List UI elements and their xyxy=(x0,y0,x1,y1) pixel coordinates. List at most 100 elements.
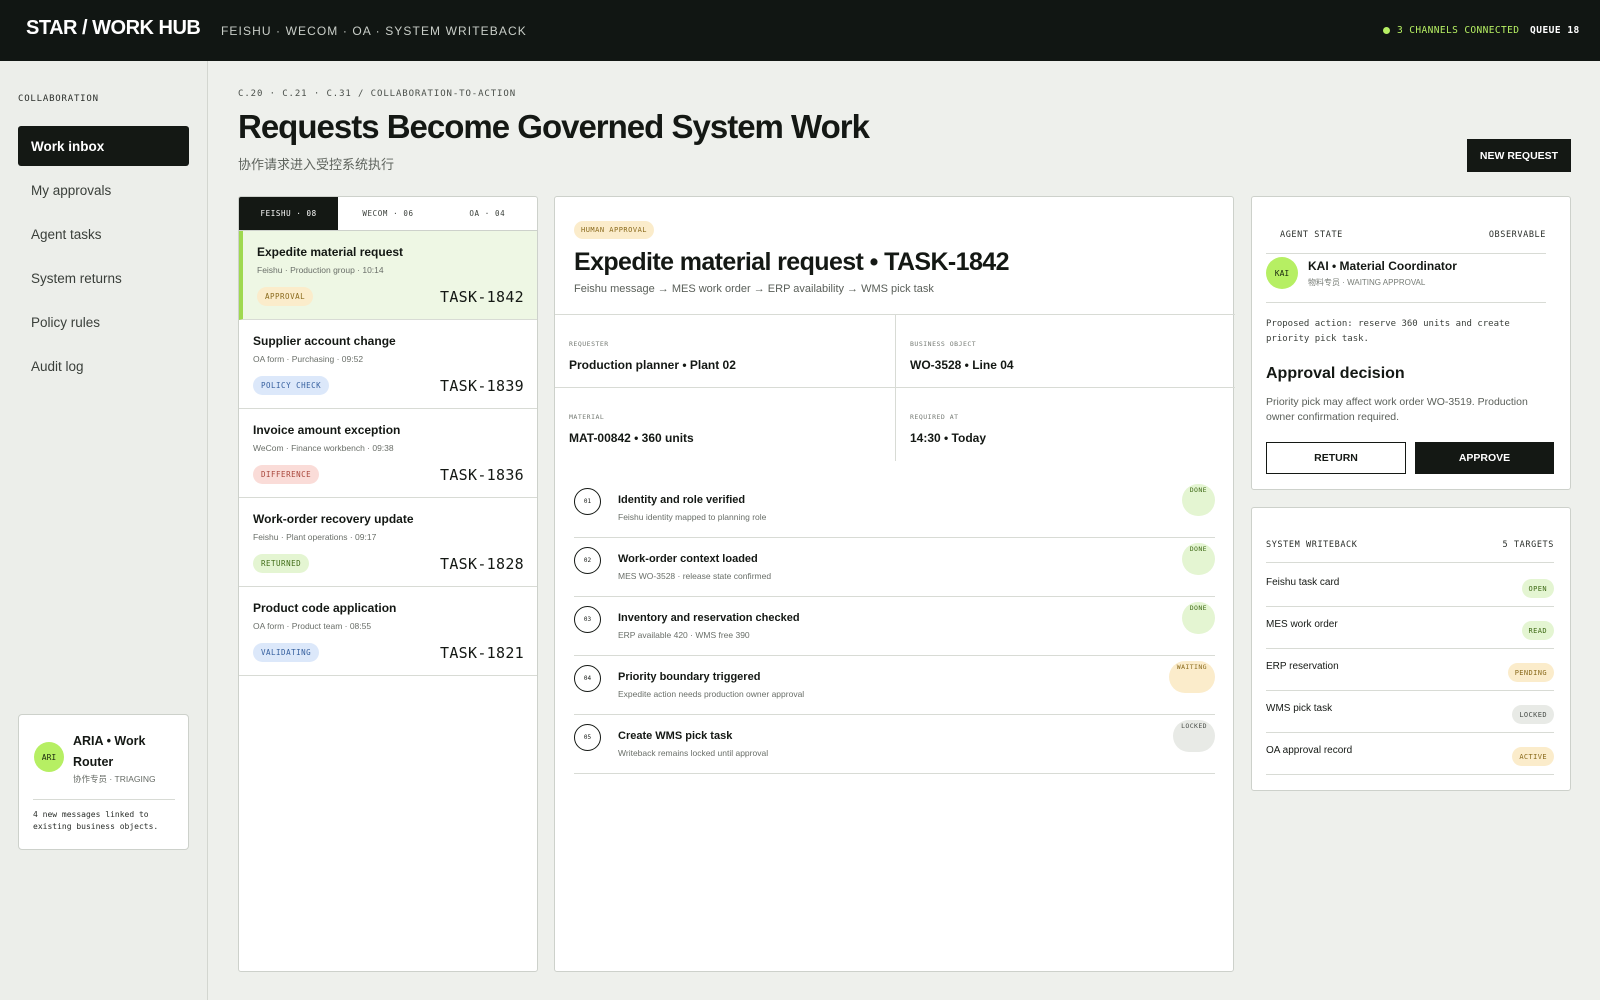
channel-tabs: FEISHU · 08 WECOM · 06 OA · 04 xyxy=(239,197,537,231)
step-status-badge: DONE xyxy=(1181,602,1215,634)
observable-label: OBSERVABLE xyxy=(1488,230,1546,240)
field-value: MAT-00842 • 360 units xyxy=(569,431,694,445)
writeback-target: ERP reservation xyxy=(1266,661,1339,672)
writeback-row[interactable]: WMS pick task LOCKED xyxy=(1266,691,1554,733)
status-badge: APPROVAL xyxy=(257,287,314,306)
step-number: 01 xyxy=(574,488,601,515)
page-subtitle: 协作请求进入受控系统执行 xyxy=(238,157,395,172)
agent-name: ARIA • Work Router xyxy=(73,734,146,769)
return-button[interactable]: RETURN xyxy=(1266,442,1406,474)
task-id: TASK-1821 xyxy=(440,644,524,662)
field-required-at: REQUIRED AT 14:30 • Today xyxy=(895,388,1235,461)
request-title: Expedite material request xyxy=(257,245,404,259)
step-title: Create WMS pick task xyxy=(618,730,733,742)
request-title: Supplier account change xyxy=(253,334,396,348)
task-id: TASK-1839 xyxy=(440,377,524,395)
list-item[interactable]: Work-order recovery update Feishu · Plan… xyxy=(239,498,537,587)
request-meta: WeCom · Finance workbench · 09:38 xyxy=(253,443,394,453)
step-number: 02 xyxy=(574,547,601,574)
sidebar-section-label: COLLABORATION xyxy=(18,94,99,104)
approval-decision-text: Priority pick may affect work order WO-3… xyxy=(1266,396,1528,423)
request-meta: OA form · Purchasing · 09:52 xyxy=(253,354,364,364)
agent-status: 物料专员 · WAITING APPROVAL xyxy=(1308,278,1426,287)
workflow-step: 02 Work-order context loaded MES WO-3528… xyxy=(574,538,1215,597)
workflow-step: 03 Inventory and reservation checked ERP… xyxy=(574,597,1215,656)
agent-state-label: AGENT STATE xyxy=(1280,230,1343,240)
list-item[interactable]: Expedite material request Feishu · Produ… xyxy=(239,231,537,320)
list-item[interactable]: Product code application OA form · Produ… xyxy=(239,587,537,676)
breadcrumb: C.20 · C.21 · C.31 / COLLABORATION-TO-AC… xyxy=(238,89,517,99)
field-label: MATERIAL xyxy=(569,413,605,421)
field-value: 14:30 • Today xyxy=(910,431,987,445)
step-status-badge: LOCKED xyxy=(1173,720,1215,752)
status-badge: HUMAN APPROVAL xyxy=(574,221,655,239)
sidebar-item-my-approvals[interactable]: My approvals xyxy=(18,170,189,210)
writeback-row[interactable]: MES work order READ xyxy=(1266,607,1554,649)
writeback-target: MES work order xyxy=(1266,619,1338,630)
status-badge: DIFFERENCE xyxy=(253,465,320,484)
agent-row: KAI KAI • Material Coordinator 物料专员 · WA… xyxy=(1266,255,1546,303)
step-number: 05 xyxy=(574,724,601,751)
writeback-row[interactable]: Feishu task card OPEN xyxy=(1266,565,1554,607)
step-description: Writeback remains locked until approval xyxy=(618,748,769,758)
agent-message: 4 new messages linked to existing busine… xyxy=(33,810,159,831)
task-id: TASK-1828 xyxy=(440,555,524,573)
status-badge: VALIDATING xyxy=(253,643,320,662)
status-badge: ACTIVE xyxy=(1512,747,1554,766)
status-badge: POLICY CHECK xyxy=(253,376,330,395)
step-description: MES WO-3528 · release state confirmed xyxy=(618,571,772,581)
approval-decision-title: Approval decision xyxy=(1266,365,1405,382)
request-detail-panel: HUMAN APPROVAL Expedite material request… xyxy=(554,196,1235,972)
brand-logo[interactable]: STAR / WORK HUB xyxy=(26,17,201,40)
field-value: WO-3528 • Line 04 xyxy=(910,358,1014,372)
field-label: REQUIRED AT xyxy=(910,413,959,421)
step-status-badge: DONE xyxy=(1181,543,1215,575)
writeback-row[interactable]: ERP reservation PENDING xyxy=(1266,649,1554,691)
agent-state-panel: AGENT STATE OBSERVABLE KAI KAI • Materia… xyxy=(1251,196,1571,490)
tab-oa[interactable]: OA · 04 xyxy=(438,197,537,230)
tab-wecom[interactable]: WECOM · 06 xyxy=(338,197,437,230)
queue-count[interactable]: QUEUE 18 xyxy=(1530,25,1580,36)
agent-avatar: ARI xyxy=(34,742,64,772)
workflow-step: 01 Identity and role verified Feishu ide… xyxy=(574,479,1215,538)
detail-title: Expedite material request • TASK-1842 xyxy=(574,248,1009,276)
writeback-target: WMS pick task xyxy=(1266,703,1333,714)
agent-state-header: AGENT STATE OBSERVABLE xyxy=(1266,230,1546,254)
tab-feishu[interactable]: FEISHU · 08 xyxy=(239,197,339,230)
writeback-target: OA approval record xyxy=(1266,745,1353,756)
step-status-badge: WAITING xyxy=(1168,661,1215,693)
task-id: TASK-1836 xyxy=(440,466,524,484)
request-list-panel: FEISHU · 08 WECOM · 06 OA · 04 Expedite … xyxy=(238,196,538,972)
page-title: Requests Become Governed System Work xyxy=(238,108,870,145)
agent-status: 协作专员 · TRIAGING xyxy=(73,774,156,784)
sidebar-item-agent-tasks[interactable]: Agent tasks xyxy=(18,214,189,254)
workflow-steps: 01 Identity and role verified Feishu ide… xyxy=(574,479,1215,774)
sidebar-item-system-returns[interactable]: System returns xyxy=(18,258,189,298)
step-title: Priority boundary triggered xyxy=(618,671,761,683)
field-business-object: BUSINESS OBJECT WO-3528 • Line 04 xyxy=(895,315,1235,388)
writeback-label: SYSTEM WRITEBACK xyxy=(1266,540,1358,550)
sidebar-item-work-inbox[interactable]: Work inbox xyxy=(18,126,189,166)
sidebar-item-policy-rules[interactable]: Policy rules xyxy=(18,302,189,342)
step-title: Inventory and reservation checked xyxy=(618,612,800,624)
request-meta: OA form · Product team · 08:55 xyxy=(253,621,372,631)
list-item[interactable]: Invoice amount exception WeCom · Finance… xyxy=(239,409,537,498)
sidebar-item-audit-log[interactable]: Audit log xyxy=(18,346,189,386)
approve-button[interactable]: APPROVE xyxy=(1415,442,1554,474)
request-meta: Feishu · Production group · 10:14 xyxy=(257,265,384,275)
agent-avatar: KAI xyxy=(1266,257,1298,289)
status-badge: PENDING xyxy=(1507,663,1554,682)
status-badge: RETURNED xyxy=(253,554,310,573)
field-label: REQUESTER xyxy=(569,340,609,348)
list-item[interactable]: Supplier account change OA form · Purcha… xyxy=(239,320,537,409)
field-material: MATERIAL MAT-00842 • 360 units xyxy=(555,388,895,461)
flow-description: Feishu message → MES work order → ERP av… xyxy=(574,283,934,295)
new-request-button[interactable]: NEW REQUEST xyxy=(1467,139,1571,172)
status-badge: LOCKED xyxy=(1512,705,1554,724)
router-agent-card[interactable]: ARI ARIA • Work Router 协作专员 · TRIAGING 4… xyxy=(18,714,189,850)
channel-nav: FEISHU · WECOM · OA · SYSTEM WRITEBACK xyxy=(221,24,527,38)
step-number: 04 xyxy=(574,665,601,692)
targets-count: 5 TARGETS xyxy=(1502,540,1554,550)
writeback-row[interactable]: OA approval record ACTIVE xyxy=(1266,733,1554,775)
status-badge: OPEN xyxy=(1521,579,1554,598)
